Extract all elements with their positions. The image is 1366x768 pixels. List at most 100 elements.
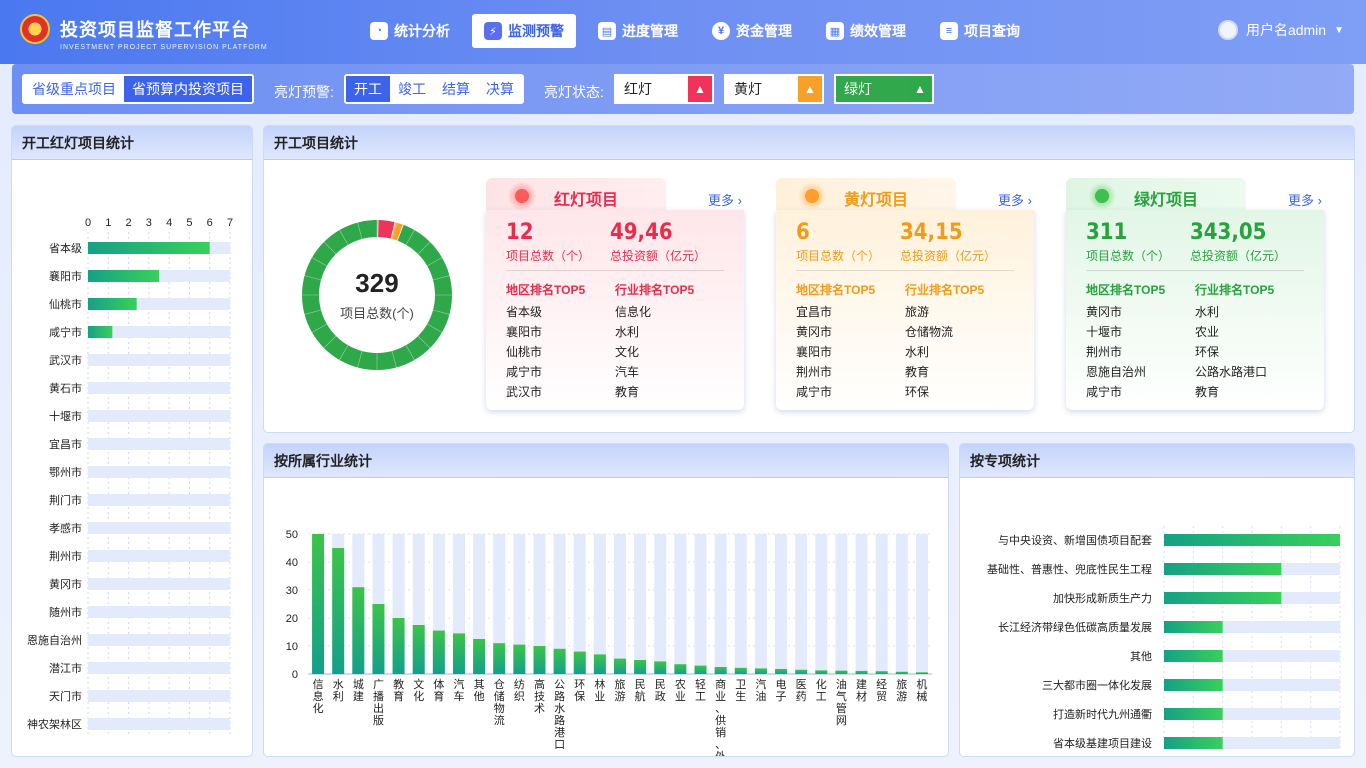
region-item: 咸宁市 <box>1086 385 1123 399</box>
amount-block: 49,46 总投资额（亿元） <box>610 220 724 264</box>
project-count: 12 <box>506 220 534 245</box>
nav-label: 监测预警 <box>508 23 564 39</box>
more-label: 更多 <box>1288 193 1315 208</box>
scope-provincial-key[interactable]: 省级重点项目 <box>24 76 124 102</box>
nav-stats[interactable]: ◔ 统计分析 <box>358 14 462 48</box>
bar <box>1164 679 1223 691</box>
region-item: 荆州市 <box>796 365 833 379</box>
bar <box>1164 708 1223 720</box>
category-label: 仙桃市 <box>49 297 82 311</box>
industry-head: 行业排名TOP5 <box>1195 283 1275 297</box>
bar <box>1164 534 1340 546</box>
stage-complete[interactable]: 竣工 <box>390 76 434 102</box>
stage-start[interactable]: 开工 <box>346 76 390 102</box>
top5-lists: 地区排名TOP5 宜昌市 黄冈市 襄阳市 荆州市 咸宁市 行业排名TOP5 旅游 仓储物流 水利… <box>796 277 1014 402</box>
amount-block: 34,15 总投资额（亿元） <box>900 220 1014 264</box>
category-label: 教育 <box>393 678 404 703</box>
category-label: 基础性、普惠性、兜底性民生工程 <box>987 562 1152 576</box>
category-label: 旅游 <box>896 677 907 703</box>
yuan-icon: ¥ <box>712 22 730 40</box>
nav-label: 进度管理 <box>622 23 678 39</box>
status-label: 亮灯状态: <box>544 84 604 100</box>
category-label: 宜昌市 <box>49 437 82 451</box>
light-label: 绿灯 <box>844 81 872 97</box>
bar-track <box>88 690 230 702</box>
bar-track <box>754 534 767 674</box>
x-tick-bottom: 3 <box>146 755 152 756</box>
nav-label: 绩效管理 <box>850 23 906 39</box>
donut-chart: 329 项目总数(个) <box>302 220 452 373</box>
nav-monitor-warning[interactable]: ⚡ 监测预警 <box>472 14 576 48</box>
card-body: 12 项目总数（个） 49,46 总投资额（亿元） 地区排名TOP5 省本级 襄阳市 仙桃… <box>486 210 744 410</box>
chevron-right-icon: › <box>1317 193 1322 208</box>
bar <box>473 639 486 674</box>
bar <box>1164 563 1282 575</box>
national-emblem-logo <box>20 14 50 44</box>
region-item: 宜昌市 <box>796 305 833 319</box>
bar <box>654 661 667 674</box>
region-item: 黄冈市 <box>796 325 833 339</box>
industry-item: 信息化 <box>615 305 652 319</box>
nav-performance[interactable]: ▦ 绩效管理 <box>814 14 918 48</box>
category-label: 水利 <box>333 678 344 703</box>
bar-track <box>88 438 230 450</box>
category-label: 与中央设资、新增国债项目配套 <box>998 533 1152 547</box>
category-label: 荆州市 <box>49 549 82 563</box>
industry-item: 教育 <box>615 385 640 399</box>
bar-track <box>88 578 230 590</box>
x-tick-bottom: 2 <box>126 755 132 756</box>
alarm-icon: ⚡ <box>484 22 502 40</box>
project-count-label: 项目总数（个） <box>796 249 881 263</box>
category-label: 民政 <box>655 679 666 703</box>
industry-item: 水利 <box>615 325 640 339</box>
nav-progress[interactable]: ▤ 进度管理 <box>586 14 690 48</box>
industry-head: 行业排名TOP5 <box>905 283 985 297</box>
bar <box>815 670 828 674</box>
x-tick-bottom: 5 <box>186 755 192 756</box>
card-red: 红灯项目 更多 › 12 项目总数（个） 49,46 总投资额（亿元） 地区排名TO… <box>486 178 756 412</box>
industry-top5: 行业排名TOP5 信息化 水利 文化 汽车 教育 <box>615 277 724 402</box>
panel-title: 按所属行业统计 <box>264 444 948 478</box>
invest-amount-label: 总投资额（亿元） <box>900 249 997 263</box>
category-label: 省本级基建项目建设 <box>1053 736 1152 750</box>
category-label: 建材 <box>856 677 867 703</box>
industry-item: 环保 <box>905 385 930 399</box>
light-green-toggle[interactable]: 绿灯 ▲ <box>834 74 934 104</box>
x-tick-top: 1 <box>105 217 111 229</box>
category-label: 农业 <box>675 677 686 703</box>
category-label: 神农架林区 <box>27 717 82 731</box>
card-title: 黄灯项目 <box>844 192 909 209</box>
bar <box>493 643 506 674</box>
more-link[interactable]: 更多 › <box>1288 190 1322 209</box>
app-title: 投资项目监督工作平台 <box>60 20 250 40</box>
more-link[interactable]: 更多 › <box>998 190 1032 209</box>
special-panel: 按专项统计 00.511.522.53与中央设资、新增国债项目配套基础性、普惠性… <box>960 444 1354 756</box>
panel-title: 按专项统计 <box>960 444 1354 478</box>
pie-chart-icon: ◔ <box>370 22 388 40</box>
bar <box>895 671 908 674</box>
warning-light-icon <box>798 182 826 210</box>
bar <box>88 326 113 338</box>
industry-item: 教育 <box>905 365 930 379</box>
industry-bar-chart: 0 10 20 30 40 50 信息化水利城建广播出版教育文化体育汽车其他仓储物流纺织高技… <box>286 529 932 756</box>
light-red-toggle[interactable]: 红灯 ▲ <box>614 74 714 104</box>
x-tick-bottom: 1 <box>105 755 111 756</box>
stage-final[interactable]: 决算 <box>478 76 522 102</box>
bar <box>593 654 606 674</box>
light-yellow-toggle[interactable]: 黄灯 ▲ <box>724 74 824 104</box>
user-menu[interactable]: 用户名admin ▼ <box>1217 20 1344 40</box>
region-item: 襄阳市 <box>506 325 543 339</box>
nav-project-query[interactable]: ≡ 项目查询 <box>928 14 1032 48</box>
scope-budget-investment[interactable]: 省预算内投资项目 <box>124 76 252 102</box>
x-tick-bottom: 0 <box>85 755 91 756</box>
stage-settle[interactable]: 结算 <box>434 76 478 102</box>
chevron-right-icon: › <box>737 193 742 208</box>
nav-funds[interactable]: ¥ 资金管理 <box>700 14 804 48</box>
bar <box>88 242 210 254</box>
more-link[interactable]: 更多 › <box>708 190 742 209</box>
y-tick: 0 <box>292 669 298 681</box>
category-label: 林业 <box>594 677 605 703</box>
bar <box>915 672 928 674</box>
category-label: 化工 <box>816 677 827 703</box>
bar <box>674 664 687 674</box>
